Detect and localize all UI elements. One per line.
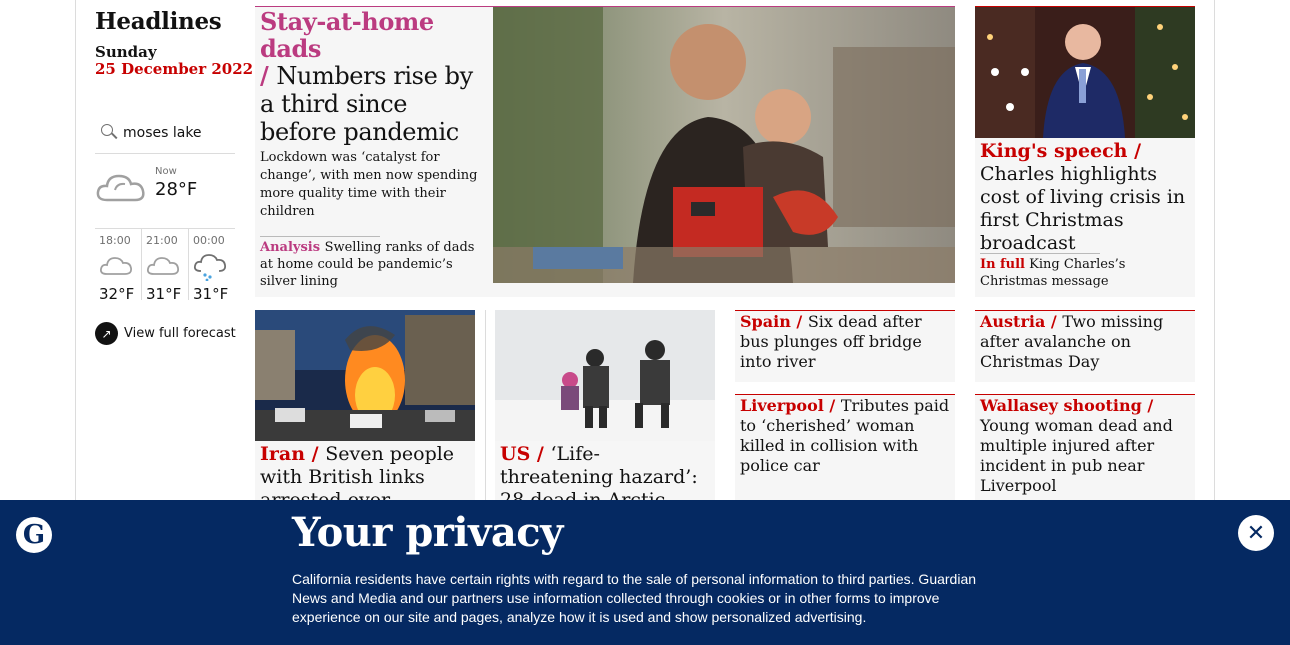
story-card[interactable]: Wallasey shooting / Young woman dead and … [975, 394, 1195, 504]
forecast-time: 18:00 [99, 234, 131, 247]
king-speech-card[interactable]: King's speech / Charles highlights cost … [975, 6, 1195, 297]
location-input[interactable]: moses lake [123, 125, 202, 141]
story-image-iran[interactable] [255, 310, 475, 441]
main-story-headline[interactable]: Stay-at-home dads / Numbers rise by a th… [260, 8, 488, 146]
story-headline[interactable]: Austria / Two missing after avalanche on… [980, 312, 1192, 372]
forecast-temp: 31°F [146, 285, 182, 303]
story-card[interactable]: Austria / Two missing after avalanche on… [975, 310, 1195, 382]
story-image-us[interactable] [495, 310, 715, 441]
king-speech-headline[interactable]: King's speech / Charles highlights cost … [980, 140, 1192, 255]
story-headline[interactable]: Liverpool / Tributes paid to ‘cherished’… [740, 396, 952, 476]
kicker-slash: / [1127, 140, 1142, 162]
cloud-icon [146, 257, 180, 275]
main-story-kicker: Stay-at-home dads [260, 7, 434, 63]
main-story-standfirst: Lockdown was ‘catalyst for change’, with… [260, 150, 478, 219]
cloud-icon [99, 257, 133, 275]
cloud-icon [96, 174, 145, 202]
story-kicker: US [500, 443, 531, 465]
forecast-slot: 18:00 32°F [95, 229, 141, 303]
kicker-slash: / [305, 443, 326, 465]
main-story-image[interactable] [493, 7, 955, 283]
forecast-temp: 31°F [193, 285, 229, 303]
kicker-slash: / [1045, 312, 1063, 331]
kicker-slash: / [823, 396, 841, 415]
divider [980, 253, 1100, 254]
main-story-card[interactable]: Stay-at-home dads / Numbers rise by a th… [255, 6, 955, 297]
kicker-slash: / [260, 61, 277, 90]
hourly-forecast: 18:00 32°F 21:00 31°F 00:00 31°F [95, 228, 235, 303]
king-kicker: King's speech [980, 140, 1128, 162]
now-temperature: 28°F [155, 179, 198, 200]
story-kicker: Spain [740, 312, 791, 331]
story-card[interactable]: Spain / Six dead after bus plunges off b… [735, 310, 955, 382]
story-kicker: Iran [260, 443, 306, 465]
story-title: Young woman dead and multiple injured af… [980, 416, 1173, 495]
king-speech-image[interactable] [975, 7, 1195, 138]
weather-now: Now 28°F [95, 163, 235, 223]
forecast-slot: 21:00 31°F [141, 229, 188, 303]
story-card[interactable]: US / ‘Life-threatening hazard’: 28 dead … [495, 310, 715, 534]
king-title: Charles highlights cost of living crisis… [980, 163, 1186, 254]
related-kicker: In full [980, 257, 1025, 272]
kicker-slash: / [530, 443, 551, 465]
date-full: 25 December 2022 [95, 60, 254, 78]
related-story-link[interactable]: Analysis Swelling ranks of dads at home … [260, 239, 482, 290]
weather-location-search[interactable]: moses lake [95, 118, 235, 154]
close-button[interactable]: ✕ [1238, 515, 1274, 551]
related-kicker: Analysis [260, 240, 321, 255]
story-card[interactable]: Iran / Seven people with British links a… [255, 310, 475, 534]
story-headline[interactable]: Wallasey shooting / Young woman dead and … [980, 396, 1192, 496]
column-divider [485, 310, 486, 500]
main-story-title: Numbers rise by a third since before pan… [260, 62, 473, 146]
date-day: Sunday [95, 43, 157, 61]
close-icon: ✕ [1246, 520, 1266, 546]
search-icon [101, 124, 113, 136]
divider [260, 236, 380, 237]
view-full-forecast-link[interactable]: ↗ View full forecast [95, 322, 236, 345]
now-label: Now [155, 166, 177, 177]
story-kicker: Liverpool [740, 396, 824, 415]
guardian-logo-icon: G [16, 517, 52, 553]
kicker-slash: / [790, 312, 808, 331]
section-title[interactable]: Headlines [95, 8, 222, 35]
cloud-sleet-icon [193, 254, 227, 281]
forecast-slot: 00:00 31°F [188, 229, 235, 303]
story-card[interactable]: Liverpool / Tributes paid to ‘cherished’… [735, 394, 955, 504]
privacy-banner: G Your privacy California residents have… [0, 500, 1290, 645]
story-kicker: Austria [980, 312, 1046, 331]
view-forecast-label: View full forecast [124, 326, 236, 341]
kicker-slash: / [1141, 396, 1154, 415]
forecast-temp: 32°F [99, 285, 135, 303]
external-link-icon: ↗ [95, 322, 118, 345]
forecast-time: 21:00 [146, 234, 178, 247]
privacy-title: Your privacy [292, 509, 563, 556]
king-related-link[interactable]: In full King Charles’s Christmas message [980, 256, 1190, 290]
forecast-time: 00:00 [193, 234, 225, 247]
story-headline[interactable]: Spain / Six dead after bus plunges off b… [740, 312, 952, 372]
privacy-body: California residents have certain rights… [292, 571, 977, 625]
story-kicker: Wallasey shooting [980, 396, 1142, 415]
